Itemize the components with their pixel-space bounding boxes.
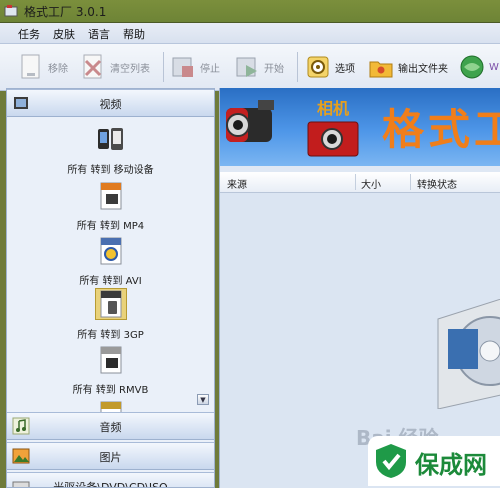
brand-title: 格式工厂 — [382, 105, 500, 154]
banner: 相机 格式工厂 — [220, 88, 500, 166]
clear-list-icon — [83, 54, 102, 79]
category-picture[interactable]: 图片 — [7, 442, 214, 470]
toolbar-separator — [297, 52, 298, 82]
remove-icon — [21, 54, 40, 79]
app-icon — [4, 5, 18, 17]
menu-bar: 任务 皮肤 语言 帮助 — [0, 23, 500, 44]
toolbar: 移除 清空列表 停止 开始 选项 输出文件夹 W — [0, 44, 500, 91]
stop-icon — [172, 57, 193, 77]
category-video[interactable]: 视频 — [7, 89, 214, 117]
globe-icon — [460, 55, 484, 79]
task-list-header: 来源 大小 转换状态 — [220, 172, 500, 193]
column-divider[interactable] — [410, 174, 411, 190]
folder-icon — [369, 61, 393, 78]
column-divider[interactable] — [355, 174, 356, 190]
disc-drive-icon — [437, 299, 500, 409]
scroll-down-arrow[interactable]: ▼ — [197, 394, 209, 405]
format-item-rmvb[interactable]: 所有 转到 RMVB — [7, 345, 214, 396]
window-title: 格式工厂 3.0.1 — [24, 5, 107, 19]
category-audio[interactable]: 音频 — [7, 412, 214, 440]
gear-icon — [307, 56, 329, 78]
3gp-file-icon — [94, 288, 127, 320]
output-folder-button[interactable]: 输出文件夹 — [368, 44, 448, 90]
format-item-avi[interactable]: 所有 转到 AVI — [7, 236, 214, 287]
camera-label: 相机 — [317, 99, 350, 118]
site-logo-text: 保成网 — [415, 451, 487, 479]
gif-file-icon — [100, 401, 121, 412]
title-bar: 格式工厂 3.0.1 — [0, 0, 500, 23]
toolbar-separator — [163, 52, 164, 82]
site-logo: 保成网 — [368, 436, 500, 486]
menu-item-help[interactable]: 帮助 — [123, 26, 145, 42]
column-source[interactable]: 来源 — [227, 176, 247, 191]
category-optical[interactable]: 光驱设备\DVD\CD\ISO — [7, 472, 214, 487]
category-panel: 视频 所有 转到 移动设备 所有 转到 MP4 所有 转到 AVI 所有 转到 … — [6, 88, 215, 488]
column-size[interactable]: 大小 — [361, 176, 381, 191]
format-item-3gp[interactable]: 所有 转到 3GP — [7, 288, 214, 341]
column-status[interactable]: 转换状态 — [417, 176, 457, 191]
rmvb-file-icon — [100, 346, 121, 374]
mp4-file-icon — [100, 182, 121, 210]
mobile-devices-icon — [97, 128, 123, 150]
clear-list-button[interactable]: 清空列表 — [80, 44, 150, 90]
format-item-mp4[interactable]: 所有 转到 MP4 — [7, 181, 214, 232]
menu-item-task[interactable]: 任务 — [18, 26, 40, 42]
menu-item-language[interactable]: 语言 — [88, 26, 110, 42]
start-button[interactable]: 开始 — [234, 44, 284, 90]
start-icon — [236, 57, 257, 77]
menu-item-skin[interactable]: 皮肤 — [53, 26, 75, 42]
photo-camera-icon — [307, 121, 359, 157]
format-item-mobile[interactable]: 所有 转到 移动设备 — [7, 125, 214, 176]
options-button[interactable]: 选项 — [305, 44, 355, 90]
avi-file-icon — [100, 237, 121, 265]
web-button[interactable]: W — [459, 44, 499, 90]
shield-icon — [376, 444, 406, 478]
remove-button[interactable]: 移除 — [18, 44, 68, 90]
stop-button[interactable]: 停止 — [170, 44, 220, 90]
format-item-gif[interactable] — [7, 400, 214, 412]
video-camera-icon — [226, 100, 274, 142]
